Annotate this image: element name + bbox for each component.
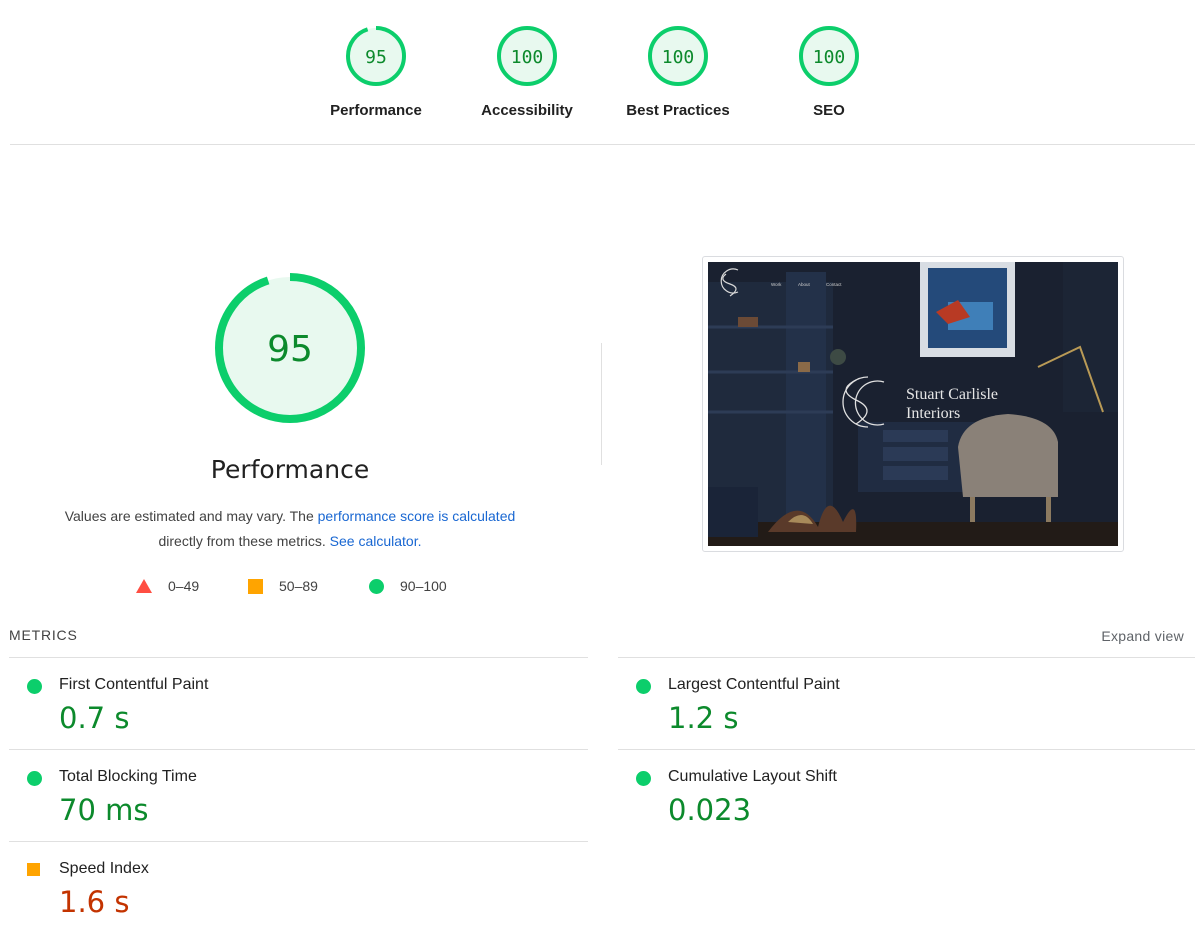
metric-label: Total Blocking Time bbox=[59, 768, 197, 785]
gauge-score: 95 bbox=[365, 47, 387, 68]
gauge-label: Performance bbox=[330, 102, 422, 119]
performance-title: Performance bbox=[210, 455, 370, 484]
gauge-accessibility[interactable]: 100 Accessibility bbox=[467, 24, 587, 119]
gauge-score: 100 bbox=[511, 47, 544, 68]
metric-label: First Contentful Paint bbox=[59, 676, 209, 693]
metrics-header: METRICS bbox=[9, 627, 78, 643]
gauge-seo[interactable]: 100 SEO bbox=[769, 24, 889, 119]
nav-about: About bbox=[798, 282, 811, 287]
metric-label: Cumulative Layout Shift bbox=[668, 768, 837, 785]
divider bbox=[601, 343, 602, 465]
metric-total-blocking-time[interactable]: Total Blocking Time 70 ms bbox=[9, 750, 569, 842]
metric-value: 70 ms bbox=[59, 793, 149, 827]
desc-text: Values are estimated and may vary. The bbox=[64, 508, 318, 524]
metric-value: 0.023 bbox=[668, 793, 752, 827]
metric-label: Largest Contentful Paint bbox=[668, 676, 840, 693]
circle-green-icon bbox=[369, 578, 384, 594]
triangle-red-icon bbox=[136, 579, 152, 593]
performance-gauge: 95 bbox=[215, 273, 365, 423]
legend-range: 50–89 bbox=[279, 578, 318, 594]
brand-line-1: Stuart Carlisle bbox=[906, 386, 998, 403]
final-screenshot[interactable]: Work About Contact Stuart Carlisle Inter… bbox=[702, 256, 1124, 552]
page-screenshot-image: Work About Contact Stuart Carlisle Inter… bbox=[708, 262, 1118, 546]
score-legend: 0–49 50–89 90–100 bbox=[0, 578, 600, 598]
legend-pass: 90–100 bbox=[369, 578, 447, 594]
square-orange-icon bbox=[248, 578, 263, 594]
legend-range: 0–49 bbox=[168, 578, 200, 594]
gauge-best-practices[interactable]: 100 Best Practices bbox=[618, 24, 738, 119]
circle-green-icon bbox=[27, 771, 42, 786]
desc-text: directly from these metrics. bbox=[158, 533, 326, 549]
brand-line-2: Interiors bbox=[906, 405, 960, 422]
score-calculated-link[interactable]: performance score is calculated bbox=[318, 508, 516, 524]
legend-range: 90–100 bbox=[400, 578, 447, 594]
metric-largest-contentful-paint[interactable]: Largest Contentful Paint 1.2 s bbox=[618, 658, 1178, 750]
performance-description: Values are estimated and may vary. The p… bbox=[40, 504, 540, 554]
gauge-ring: 100 bbox=[648, 26, 708, 86]
circle-green-icon bbox=[636, 771, 651, 786]
gauge-score: 100 bbox=[813, 47, 846, 68]
divider bbox=[10, 144, 1195, 145]
gauge-label: Accessibility bbox=[481, 102, 573, 119]
score-gauges: 95 Performance 100 Accessibility 100 Bes… bbox=[0, 24, 1200, 134]
legend-fail: 0–49 bbox=[136, 578, 199, 594]
legend-average: 50–89 bbox=[248, 578, 318, 594]
circle-green-icon bbox=[636, 679, 651, 694]
expand-view-button[interactable]: Expand view bbox=[1101, 628, 1184, 644]
metric-speed-index[interactable]: Speed Index 1.6 s bbox=[9, 842, 569, 934]
nav-work: Work bbox=[771, 282, 782, 287]
gauge-label: Best Practices bbox=[626, 102, 730, 119]
performance-score: 95 bbox=[267, 329, 313, 370]
gauge-ring: 95 bbox=[346, 26, 406, 86]
gauge-performance[interactable]: 95 Performance bbox=[316, 24, 436, 119]
metric-first-contentful-paint[interactable]: First Contentful Paint 0.7 s bbox=[9, 658, 569, 750]
metric-value: 1.2 s bbox=[668, 701, 739, 735]
gauge-ring: 100 bbox=[799, 26, 859, 86]
metric-cumulative-layout-shift[interactable]: Cumulative Layout Shift 0.023 bbox=[618, 750, 1178, 842]
gauge-ring: 100 bbox=[497, 26, 557, 86]
metric-label: Speed Index bbox=[59, 860, 149, 877]
metric-value: 1.6 s bbox=[59, 885, 130, 919]
square-orange-icon bbox=[27, 863, 40, 876]
circle-green-icon bbox=[27, 679, 42, 694]
gauge-score: 100 bbox=[662, 47, 695, 68]
nav-contact: Contact bbox=[826, 282, 842, 287]
see-calculator-link[interactable]: See calculator. bbox=[330, 533, 422, 549]
gauge-label: SEO bbox=[813, 102, 845, 119]
metric-value: 0.7 s bbox=[59, 701, 130, 735]
